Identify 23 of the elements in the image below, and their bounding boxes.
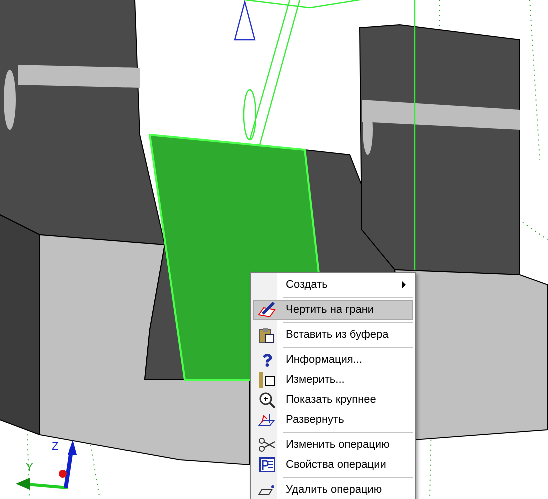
menu-item[interactable]: Изменить операцию: [253, 435, 413, 455]
menu-item[interactable]: Показать крупнее: [253, 390, 413, 410]
ruler-icon: [258, 372, 276, 388]
menu-item[interactable]: Информация...: [253, 350, 413, 370]
menu-item[interactable]: Развернуть: [253, 410, 413, 430]
axis-triad-drawing: [16, 440, 77, 490]
submenu-arrow-icon: [402, 281, 406, 289]
menu-item[interactable]: Чертить на грани: [253, 300, 413, 320]
magnifier-icon: [258, 392, 276, 408]
y-axis-label: Y: [26, 463, 34, 474]
pencil-icon: [258, 484, 276, 496]
menu-item[interactable]: Вставить из буфера: [253, 325, 413, 345]
unfold-icon: [258, 412, 276, 428]
z-axis-label: Z: [52, 442, 59, 453]
properties-icon: [258, 457, 276, 473]
pen-icon: [258, 302, 276, 318]
scissors-icon: [258, 438, 276, 452]
clipboard-icon: [259, 326, 275, 344]
menu-item[interactable]: Создать: [253, 275, 413, 295]
menu-item[interactable]: Удалить операцию: [253, 480, 413, 499]
menu-item[interactable]: Измерить...: [253, 370, 413, 390]
menu-item[interactable]: Свойства операции: [253, 455, 413, 475]
question-icon: [260, 354, 274, 366]
